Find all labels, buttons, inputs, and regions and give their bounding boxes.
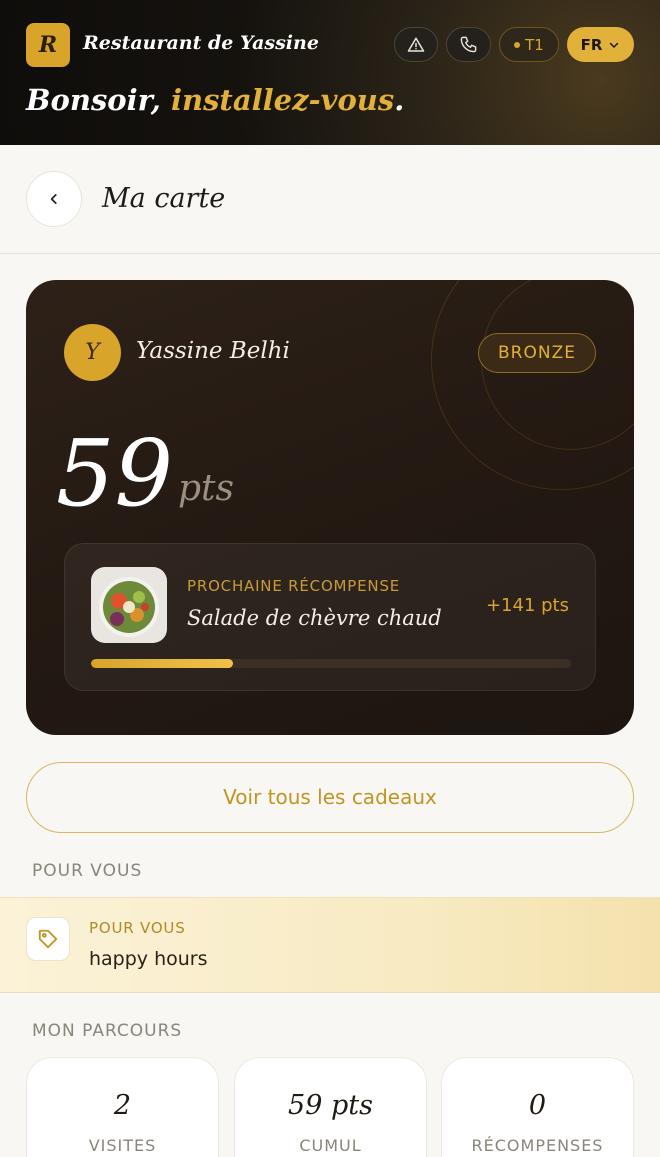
chevron-down-icon: [610, 42, 619, 48]
stat-value: 59 pts: [288, 1090, 373, 1121]
section-title-journey: MON PARCOURS: [32, 1021, 183, 1041]
next-reward[interactable]: PROCHAINE RÉCOMPENSE Salade de chèvre ch…: [64, 543, 596, 691]
page-header: Ma carte: [0, 145, 660, 254]
section-title-for-you: POUR VOUS: [32, 861, 143, 881]
status-dot-icon: [514, 41, 521, 48]
stat-card-visits: 2 VISITES: [26, 1057, 219, 1157]
restaurant-name: Restaurant de Yassine: [83, 32, 319, 54]
stat-label: VISITES: [88, 1136, 157, 1155]
chevron-left-icon: [50, 194, 57, 204]
app-header: R Restaurant de Yassine T1 FR Bonsoir, i…: [0, 0, 660, 145]
reward-progress-fill: [91, 659, 233, 668]
phone-icon: [460, 36, 477, 53]
next-reward-label: PROCHAINE RÉCOMPENSE: [187, 577, 401, 595]
points-unit: pts: [178, 468, 234, 509]
language-select[interactable]: FR: [567, 27, 634, 62]
member-name: Yassine Belhi: [136, 338, 290, 364]
tier-badge: BRONZE: [478, 333, 596, 373]
next-reward-name: Salade de chèvre chaud: [187, 606, 442, 630]
stat-card-rewards: 0 RÉCOMPENSES: [441, 1057, 634, 1157]
points-balance: 59: [56, 420, 174, 527]
call-button[interactable]: [446, 27, 491, 62]
loyalty-card: Y Yassine Belhi BRONZE 59 pts PROCHAINE …: [26, 280, 634, 735]
back-button[interactable]: [26, 171, 82, 227]
language-label: FR: [580, 35, 603, 54]
salad-image: [91, 567, 167, 643]
promo-banner[interactable]: POUR VOUS happy hours: [0, 897, 660, 993]
greeting-prefix: Bonsoir,: [26, 83, 161, 117]
view-gifts-button[interactable]: Voir tous les cadeaux: [26, 762, 634, 833]
stat-value: 2: [113, 1090, 132, 1121]
stat-card-total: 59 pts CUMUL: [234, 1057, 427, 1157]
points-remaining: +141 pts: [485, 595, 569, 616]
page-title: Ma carte: [102, 183, 226, 214]
greeting: Bonsoir, installez-vous.: [26, 83, 404, 117]
reward-progress-bar: [91, 659, 571, 668]
promo-label: POUR VOUS: [89, 919, 186, 937]
restaurant-logo[interactable]: R: [26, 23, 70, 67]
stat-label: CUMUL: [299, 1136, 362, 1155]
alert-button[interactable]: [394, 27, 438, 62]
tag-icon: [26, 917, 70, 961]
table-label: T1: [525, 35, 544, 54]
promo-text: happy hours: [89, 948, 208, 970]
table-badge[interactable]: T1: [499, 27, 559, 62]
stat-value: 0: [528, 1090, 547, 1121]
warning-icon: [407, 37, 425, 52]
greeting-suffix: .: [394, 83, 405, 117]
stat-label: RÉCOMPENSES: [471, 1136, 604, 1155]
avatar: Y: [64, 324, 121, 381]
greeting-accent: installez-vous: [171, 83, 395, 117]
